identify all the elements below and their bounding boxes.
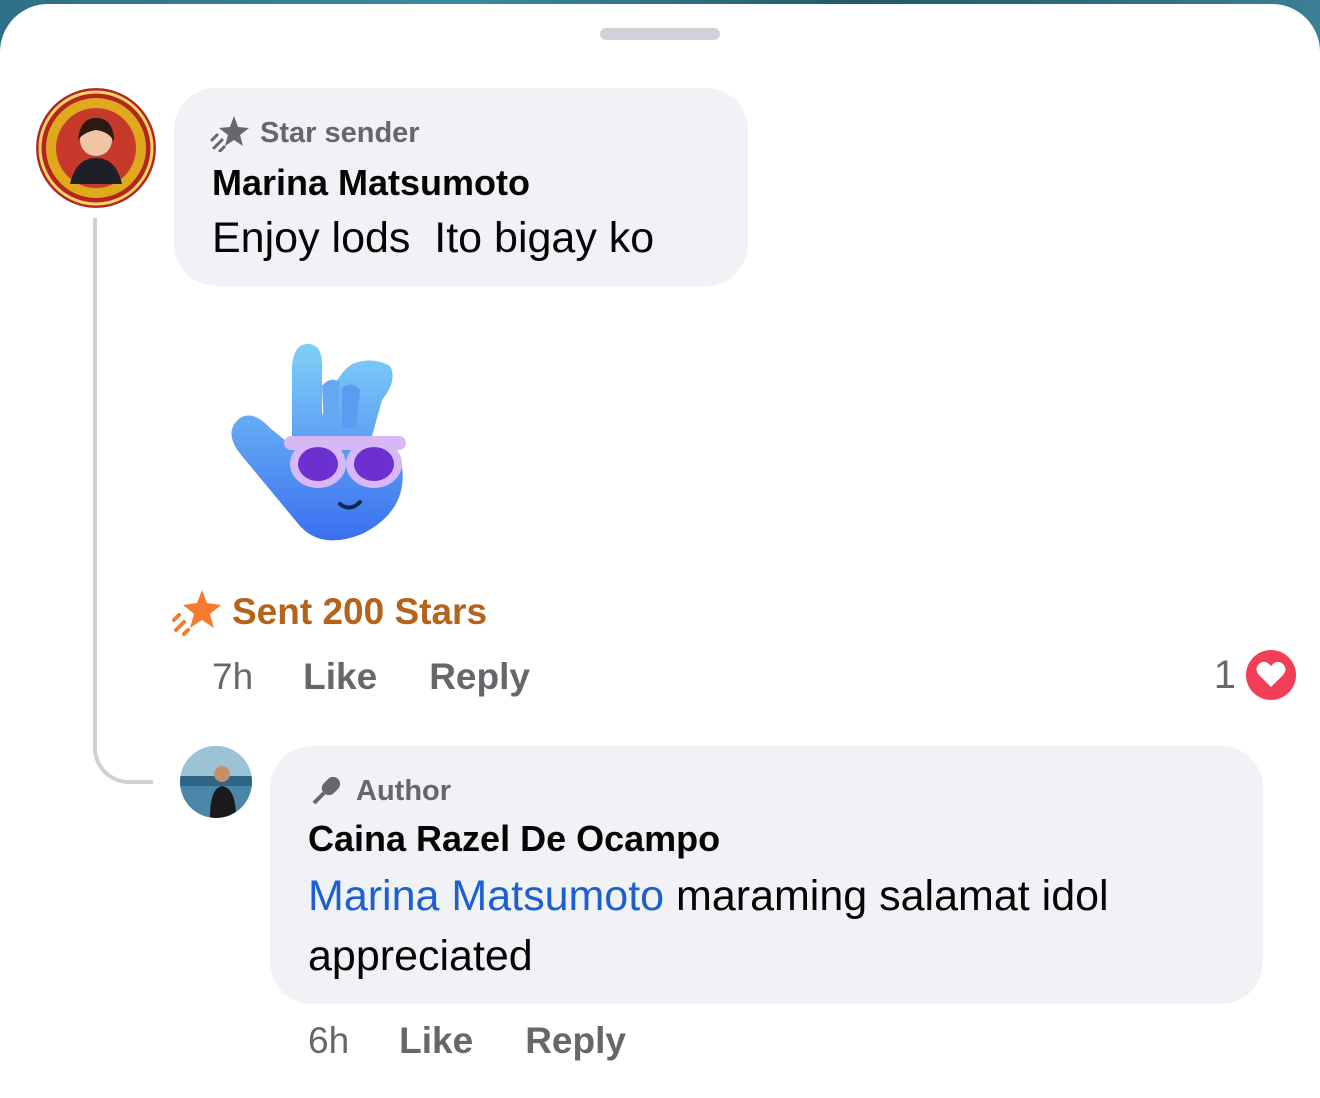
reply-bubble[interactable]: Author Caina Razel De Ocampo Marina Mats… (270, 746, 1263, 1004)
reaction-summary[interactable]: 1 (1214, 650, 1296, 700)
reply-button[interactable]: Reply (429, 656, 530, 698)
comment-actions: 7h Like Reply (212, 656, 530, 698)
badge-label: Star sender (260, 116, 420, 149)
reply-badge: Author (306, 772, 451, 810)
star-burst-icon (172, 590, 221, 636)
reply-button[interactable]: Reply (525, 1020, 626, 1062)
heart-reaction-icon (1246, 650, 1296, 700)
sent-stars-row: Sent 200 Stars (170, 588, 487, 636)
comment-bubble[interactable]: Star sender Marina Matsumoto Enjoy lods … (174, 88, 748, 286)
microphone-icon (312, 776, 341, 805)
star-sender-icon (210, 116, 249, 152)
sent-stars-label: Sent 200 Stars (232, 591, 488, 632)
reaction-count: 1 (1213, 652, 1236, 697)
rock-hand-sunglasses-sticker[interactable] (222, 336, 412, 546)
comment-time: 7h (212, 656, 254, 697)
avatar-caina-razel-de-ocampo[interactable] (180, 746, 252, 818)
reply-text: Marina Matsumoto maraming salamat idol a… (308, 866, 1238, 986)
thread-connector-line (93, 218, 153, 784)
reply-time: 6h (308, 1020, 350, 1061)
avatar-marina-matsumoto[interactable] (36, 88, 156, 208)
like-button[interactable]: Like (399, 1020, 473, 1062)
like-button[interactable]: Like (303, 656, 377, 698)
comment-text: Enjoy lods Ito bigay ko (212, 214, 655, 262)
comment-badge: Star sender (210, 114, 420, 152)
comment-author-name[interactable]: Marina Matsumoto (212, 162, 530, 204)
badge-label: Author (356, 774, 452, 807)
drag-handle[interactable] (600, 28, 720, 40)
reply-actions: 6h Like Reply (308, 1020, 626, 1062)
avatar-image (180, 746, 252, 818)
reply-author-name[interactable]: Caina Razel De Ocampo (308, 818, 720, 860)
sticker-image (231, 343, 406, 541)
heart-icon (1256, 661, 1286, 687)
mention-link[interactable]: Marina Matsumoto (308, 872, 664, 920)
avatar-image (36, 88, 156, 208)
